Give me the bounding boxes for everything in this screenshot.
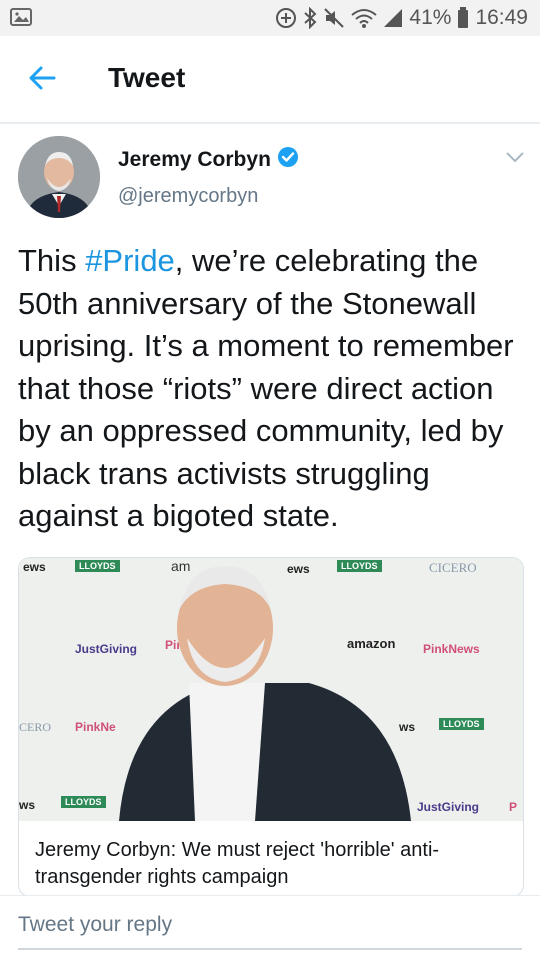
- card-image: ews LLOYDS am ews LLOYDS CICERO JustGivi…: [19, 558, 523, 821]
- battery-icon: [457, 7, 469, 29]
- reply-underline: [18, 948, 522, 950]
- verified-badge-icon: [277, 146, 299, 174]
- author-name-row[interactable]: Jeremy Corbyn: [118, 146, 299, 174]
- wifi-icon: [351, 7, 378, 29]
- page-title: Tweet: [108, 62, 186, 93]
- battery-percent: 41%: [409, 6, 452, 29]
- reply-input[interactable]: Tweet your reply: [18, 913, 172, 937]
- tweet-text-start: This: [18, 243, 86, 278]
- data-saver-icon: [275, 7, 297, 29]
- person-photo: [119, 566, 411, 821]
- tweet-text: This #Pride, we’re celebrating the 50th …: [18, 240, 528, 538]
- author-name[interactable]: Jeremy Corbyn: [118, 148, 271, 172]
- app-bar: Tweet: [0, 36, 540, 124]
- clock: 16:49: [475, 6, 528, 29]
- author-handle[interactable]: @jeremycorbyn: [118, 185, 258, 208]
- author-avatar[interactable]: [18, 136, 100, 218]
- signal-icon: [383, 8, 403, 28]
- gallery-notification-icon: [10, 8, 32, 26]
- hashtag-link[interactable]: #Pride: [85, 243, 175, 278]
- link-card[interactable]: ews LLOYDS am ews LLOYDS CICERO JustGivi…: [18, 557, 524, 897]
- chevron-down-icon[interactable]: [504, 150, 526, 164]
- reply-bar: Tweet your reply: [0, 895, 540, 961]
- back-arrow-icon[interactable]: [26, 62, 58, 94]
- status-bar: 41% 16:49: [0, 0, 540, 36]
- tweet-text-rest: , we’re celebrating the 50th anniversary…: [18, 243, 514, 533]
- bluetooth-icon: [303, 7, 317, 29]
- mute-icon: [323, 7, 345, 29]
- card-title[interactable]: Jeremy Corbyn: We must reject 'horrible'…: [35, 837, 505, 891]
